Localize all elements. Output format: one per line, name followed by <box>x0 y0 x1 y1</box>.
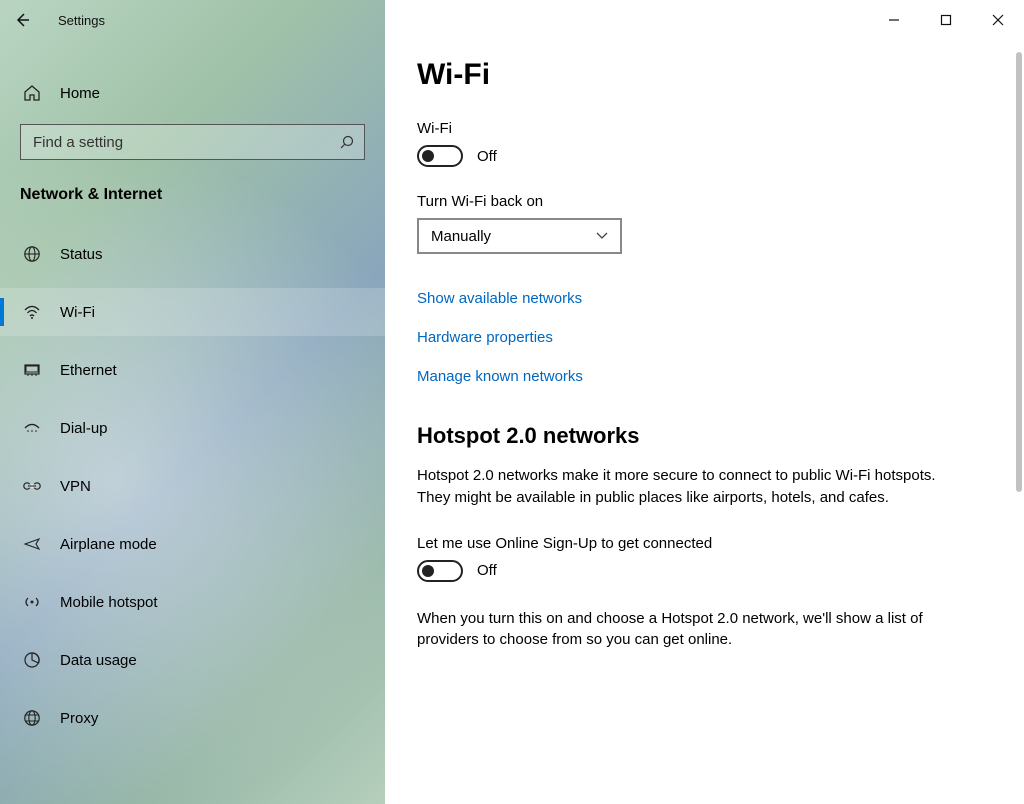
select-value: Manually <box>431 228 491 245</box>
home-label: Home <box>60 85 100 102</box>
sidebar-item-proxy[interactable]: Proxy <box>0 694 385 742</box>
sidebar-item-label: Airplane mode <box>60 536 157 553</box>
app-title: Settings <box>58 13 105 28</box>
sidebar-item-ethernet[interactable]: Ethernet <box>0 346 385 394</box>
airplane-icon <box>22 534 42 554</box>
maximize-button[interactable] <box>920 0 972 40</box>
wifi-toggle-state: Off <box>477 148 497 165</box>
wifi-toggle[interactable] <box>417 145 463 167</box>
wifi-icon <box>22 302 42 322</box>
sidebar-item-status[interactable]: Status <box>0 230 385 278</box>
sidebar-item-hotspot[interactable]: Mobile hotspot <box>0 578 385 626</box>
hotspot-icon <box>22 592 42 612</box>
sidebar-item-airplane[interactable]: Airplane mode <box>0 520 385 568</box>
sidebar-item-label: Proxy <box>60 710 98 727</box>
toggle-knob <box>422 565 434 577</box>
page-title: Wi-Fi <box>417 58 992 92</box>
sidebar-item-label: Status <box>60 246 103 263</box>
link-hardware-properties[interactable]: Hardware properties <box>417 329 992 346</box>
wifi-toggle-label: Wi-Fi <box>417 120 992 137</box>
window-controls <box>868 0 1024 40</box>
sidebar-item-datausage[interactable]: Data usage <box>0 636 385 684</box>
main-content: Wi-Fi Wi-Fi Off Turn Wi-Fi back on Manua… <box>385 0 1024 804</box>
sidebar-item-dialup[interactable]: Dial-up <box>0 404 385 452</box>
minimize-button[interactable] <box>868 0 920 40</box>
scrollbar-thumb[interactable] <box>1016 52 1022 492</box>
signup-toggle-label: Let me use Online Sign-Up to get connect… <box>417 535 992 552</box>
dialup-icon <box>22 418 42 438</box>
sidebar: Settings Home Network & Internet Status <box>0 0 385 804</box>
home-icon <box>22 83 42 103</box>
signup-toggle[interactable] <box>417 560 463 582</box>
scrollbar[interactable] <box>1012 52 1024 804</box>
sidebar-item-label: Ethernet <box>60 362 117 379</box>
sidebar-item-label: VPN <box>60 478 91 495</box>
hotspot20-footer: When you turn this on and choose a Hotsp… <box>417 608 972 652</box>
chevron-down-icon <box>596 232 608 240</box>
sidebar-item-wifi[interactable]: Wi-Fi <box>0 288 385 336</box>
globe-icon <box>22 244 42 264</box>
hotspot20-description: Hotspot 2.0 networks make it more secure… <box>417 465 972 509</box>
turn-back-on-label: Turn Wi-Fi back on <box>417 193 992 210</box>
sidebar-item-label: Data usage <box>60 652 137 669</box>
link-show-networks[interactable]: Show available networks <box>417 290 992 307</box>
search-box[interactable] <box>20 124 365 160</box>
sidebar-category: Network & Internet <box>20 186 385 204</box>
signup-toggle-state: Off <box>477 562 497 579</box>
sidebar-item-label: Mobile hotspot <box>60 594 158 611</box>
toggle-knob <box>422 150 434 162</box>
sidebar-home[interactable]: Home <box>0 70 385 116</box>
sidebar-item-label: Dial-up <box>60 420 108 437</box>
hotspot20-heading: Hotspot 2.0 networks <box>417 423 992 449</box>
close-button[interactable] <box>972 0 1024 40</box>
back-icon[interactable] <box>14 12 34 28</box>
link-manage-known-networks[interactable]: Manage known networks <box>417 368 992 385</box>
turn-back-on-select[interactable]: Manually <box>417 218 622 254</box>
proxy-icon <box>22 708 42 728</box>
ethernet-icon <box>22 360 42 380</box>
title-bar: Settings <box>0 0 385 40</box>
datausage-icon <box>22 650 42 670</box>
vpn-icon <box>22 476 42 496</box>
sidebar-nav: Status Wi-Fi Ethernet Dial-up <box>0 220 385 742</box>
search-icon <box>340 135 354 149</box>
settings-window: Settings Home Network & Internet Status <box>0 0 1024 804</box>
sidebar-item-label: Wi-Fi <box>60 304 95 321</box>
search-input[interactable] <box>31 133 340 152</box>
sidebar-item-vpn[interactable]: VPN <box>0 462 385 510</box>
